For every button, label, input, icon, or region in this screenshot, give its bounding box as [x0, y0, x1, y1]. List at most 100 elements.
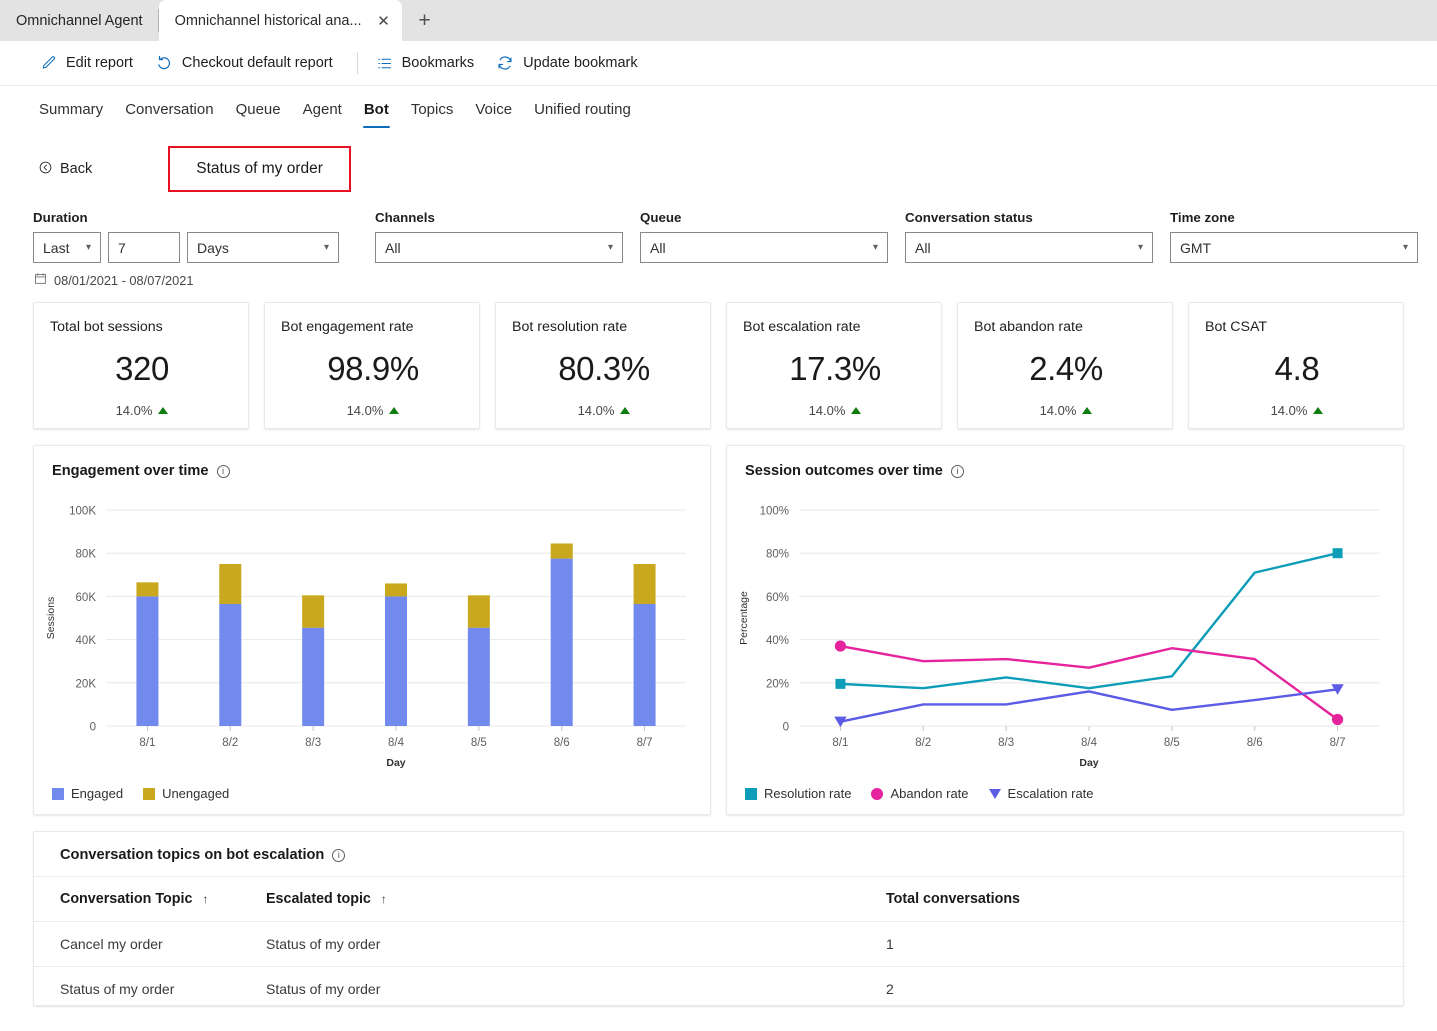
svg-text:8/2: 8/2 — [222, 737, 238, 749]
bookmarks-label: Bookmarks — [401, 55, 475, 71]
svg-text:8/1: 8/1 — [139, 737, 155, 749]
kpi-card-bot-engagement-rate[interactable]: Bot engagement rate 98.9% 14.0% — [264, 302, 480, 429]
chevron-down-icon: ▾ — [1137, 242, 1143, 253]
update-bookmark-button[interactable]: Update bookmark — [488, 49, 651, 77]
table-row[interactable]: Cancel my order Status of my order 1 — [34, 921, 1403, 967]
time-zone-select[interactable]: GMT ▾ — [1170, 232, 1418, 263]
duration-relative-select[interactable]: Last ▾ — [33, 232, 101, 263]
kpi-card-total-bot-sessions[interactable]: Total bot sessions 320 14.0% — [33, 302, 249, 429]
tab-agent[interactable]: Agent — [294, 95, 351, 123]
column-header-escalated-topic[interactable]: Escalated topic ↑ — [266, 876, 886, 922]
info-icon[interactable]: i — [332, 848, 346, 862]
kpi-delta: 14.0% — [50, 403, 234, 418]
kpi-delta-value: 14.0% — [1039, 403, 1077, 418]
tab-queue[interactable]: Queue — [227, 95, 290, 123]
new-tab-icon[interactable]: + — [408, 4, 442, 38]
trend-up-icon — [1082, 407, 1093, 414]
legend-item-engaged[interactable]: Engaged — [52, 786, 123, 801]
engagement-panel-title-text: Engagement over time — [52, 463, 209, 479]
queue-value: All — [650, 239, 666, 256]
browser-tab-strip: Omnichannel Agent Omnichannel historical… — [0, 0, 1437, 41]
kpi-row: Total bot sessions 320 14.0% Bot engagem… — [0, 288, 1437, 429]
legend-swatch-unengaged — [143, 787, 156, 800]
tab-unified-routing[interactable]: Unified routing — [525, 95, 640, 123]
back-button[interactable]: Back — [34, 156, 96, 183]
browser-tab-1[interactable]: Omnichannel Agent — [0, 0, 159, 41]
svg-text:Day: Day — [386, 757, 405, 769]
svg-text:8/6: 8/6 — [554, 737, 570, 749]
browser-tab-2[interactable]: Omnichannel historical ana... ✕ — [158, 0, 402, 41]
outcomes-chart-plot[interactable]: 0 20% 40% 60% 80% 100% 8/1 8/2 8/3 8/4 8/5 8/6 8/7 Pe… — [727, 490, 1403, 770]
conversation-status-label: Conversation status — [905, 210, 1033, 225]
svg-text:60K: 60K — [76, 592, 97, 604]
chevron-down-icon: ▾ — [872, 242, 878, 253]
channels-select[interactable]: All ▾ — [375, 232, 623, 263]
kpi-delta-value: 14.0% — [346, 403, 384, 418]
svg-text:80%: 80% — [766, 549, 789, 561]
bookmarks-button[interactable]: Bookmarks — [368, 50, 489, 77]
conversation-status-select[interactable]: All ▾ — [905, 232, 1153, 263]
time-zone-label: Time zone — [1170, 210, 1235, 225]
outcomes-legend: Resolution rate Abandon rate Escalation … — [745, 786, 1094, 801]
update-bookmark-label: Update bookmark — [523, 55, 638, 71]
column-header-conversation-topic[interactable]: Conversation Topic ↑ — [34, 876, 266, 922]
svg-text:60%: 60% — [766, 592, 789, 604]
kpi-card-bot-resolution-rate[interactable]: Bot resolution rate 80.3% 14.0% — [495, 302, 711, 429]
tab-voice[interactable]: Voice — [466, 95, 521, 123]
kpi-delta-value: 14.0% — [808, 403, 846, 418]
kpi-delta: 14.0% — [974, 403, 1158, 418]
checkout-default-report-button[interactable]: Checkout default report — [147, 49, 347, 77]
topics-panel-title-text: Conversation topics on bot escalation — [60, 847, 325, 863]
legend-item-abandon-rate[interactable]: Abandon rate — [871, 786, 969, 801]
kpi-title: Total bot sessions — [50, 319, 163, 335]
duration-unit-value: Days — [197, 239, 229, 256]
info-icon[interactable]: i — [216, 464, 230, 478]
kpi-card-bot-csat[interactable]: Bot CSAT 4.8 14.0% — [1188, 302, 1404, 429]
channels-filter-group: Channels All ▾ — [375, 210, 623, 263]
tab-topics[interactable]: Topics — [402, 95, 463, 123]
svg-text:40%: 40% — [766, 635, 789, 647]
kpi-card-bot-escalation-rate[interactable]: Bot escalation rate 17.3% 14.0% — [726, 302, 942, 429]
tab-bot[interactable]: Bot — [355, 95, 398, 128]
svg-text:Day: Day — [1079, 757, 1098, 769]
info-icon[interactable]: i — [950, 464, 964, 478]
legend-label-resolution-rate: Resolution rate — [764, 786, 852, 801]
edit-report-label: Edit report — [66, 55, 133, 71]
legend-item-resolution-rate[interactable]: Resolution rate — [745, 786, 851, 801]
cell-total-conversations: 2 — [886, 966, 1403, 1005]
kpi-title: Bot CSAT — [1205, 319, 1268, 335]
engagement-bar-chart: 0 20K 40K 60K 80K 100K 8/1 8/2 8/3 8/4 8/5 8/6 8/7 Se… — [45, 506, 686, 769]
command-bar: Edit report Checkout default report Book… — [0, 41, 1437, 86]
panel-title: Session outcomes over time i — [727, 446, 1403, 479]
kpi-card-bot-abandon-rate[interactable]: Bot abandon rate 2.4% 14.0% — [957, 302, 1173, 429]
chart-row: Engagement over time i 0 20K 40K 60K 80K 100K… — [0, 429, 1437, 815]
legend-item-unengaged[interactable]: Unengaged — [143, 786, 229, 801]
svg-text:8/5: 8/5 — [1164, 737, 1180, 749]
duration-unit-select[interactable]: Days ▾ — [187, 232, 339, 263]
svg-text:8/3: 8/3 — [998, 737, 1014, 749]
column-header-total-conversations[interactable]: Total conversations — [886, 876, 1403, 922]
date-range: 08/01/2021 - 08/07/2021 — [0, 263, 1437, 288]
legend-item-escalation-rate[interactable]: Escalation rate — [988, 786, 1094, 801]
tab-conversation[interactable]: Conversation — [116, 95, 222, 123]
duration-amount-input[interactable]: 7 — [108, 232, 180, 263]
svg-text:8/5: 8/5 — [471, 737, 487, 749]
column-header-label: Total conversations — [886, 891, 1020, 907]
table-row[interactable]: Status of my order Status of my order 2 — [34, 966, 1403, 1005]
kpi-value: 2.4% — [1029, 350, 1103, 387]
svg-text:100K: 100K — [69, 506, 96, 518]
edit-report-button[interactable]: Edit report — [32, 50, 147, 77]
close-icon[interactable]: ✕ — [374, 11, 394, 31]
conversation-status-filter-group: Conversation status All ▾ — [905, 210, 1153, 263]
trend-up-icon — [620, 407, 631, 414]
pencil-icon — [40, 55, 57, 72]
channels-value: All — [385, 239, 401, 256]
tab-summary[interactable]: Summary — [30, 95, 112, 123]
legend-swatch-resolution-rate — [745, 787, 757, 800]
column-header-label: Escalated topic — [266, 891, 371, 907]
svg-text:0: 0 — [90, 722, 96, 734]
kpi-title: Bot resolution rate — [512, 319, 628, 335]
engagement-chart-plot[interactable]: 0 20K 40K 60K 80K 100K 8/1 8/2 8/3 8/4 8/5 8/6 8/7 Se… — [34, 490, 710, 770]
svg-text:8/4: 8/4 — [388, 737, 405, 749]
queue-select[interactable]: All ▾ — [640, 232, 888, 263]
